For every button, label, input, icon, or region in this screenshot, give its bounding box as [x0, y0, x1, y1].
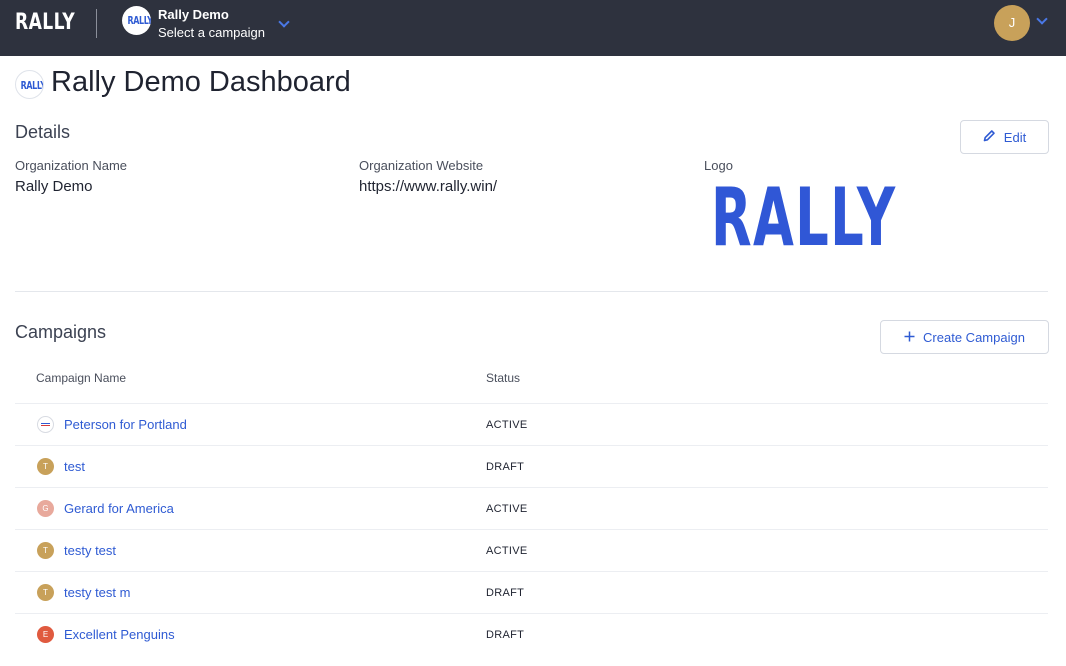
org-title-logo-icon: RALLY — [15, 70, 44, 99]
plus-icon — [904, 330, 915, 345]
org-logo-image: RALLY — [711, 171, 897, 264]
campaign-status: DRAFT — [486, 587, 525, 599]
edit-button-label: Edit — [1003, 129, 1027, 145]
org-title-logo-text: RALLY — [20, 79, 44, 92]
campaign-initial-icon: G — [37, 500, 54, 517]
campaign-initial-icon: T — [37, 584, 54, 601]
campaigns-section-title: Campaigns — [15, 322, 107, 342]
campaign-status: DRAFT — [486, 629, 525, 641]
column-header-status[interactable]: Status — [486, 371, 520, 385]
rally-brand-logo[interactable]: RALLY — [15, 10, 75, 35]
user-avatar[interactable]: J — [994, 5, 1030, 41]
chevron-down-icon — [278, 16, 290, 28]
campaign-name-link[interactable]: test — [64, 459, 85, 474]
org-name: Rally Demo — [158, 7, 229, 22]
column-header-campaign-name[interactable]: Campaign Name — [36, 371, 126, 385]
campaign-status: ACTIVE — [486, 503, 528, 515]
campaign-name-link[interactable]: Excellent Penguins — [64, 627, 175, 642]
campaign-name-link[interactable]: testy test — [64, 543, 116, 558]
org-website-value: https://www.rally.win/ — [359, 178, 498, 195]
edit-button[interactable]: Edit — [960, 120, 1049, 154]
page-title: Rally Demo Dashboard — [51, 66, 351, 98]
campaign-initial-icon: T — [37, 458, 54, 475]
campaign-status: DRAFT — [486, 461, 525, 473]
campaign-name-link[interactable]: Peterson for Portland — [64, 417, 187, 432]
details-section-title: Details — [15, 122, 71, 142]
table-row[interactable]: Ttest DRAFT — [15, 445, 1048, 487]
table-row[interactable]: Peterson for Portland ACTIVE — [15, 403, 1048, 445]
user-menu-chevron-down-icon[interactable] — [1036, 13, 1048, 25]
create-campaign-label: Create Campaign — [923, 329, 1025, 345]
table-row[interactable]: G Gerard for America ACTIVE — [15, 487, 1048, 529]
campaign-initial-icon: T — [37, 542, 54, 559]
campaign-logo-icon — [37, 416, 54, 433]
campaign-status: ACTIVE — [486, 545, 528, 557]
section-divider — [15, 291, 1048, 292]
table-row[interactable]: Ttesty test ACTIVE — [15, 529, 1048, 571]
campaign-name-link[interactable]: Gerard for America — [64, 501, 174, 516]
campaign-status: ACTIVE — [486, 419, 528, 431]
campaign-name-link[interactable]: testy test m — [64, 585, 130, 600]
pencil-icon — [983, 129, 996, 145]
org-name-value: Rally Demo — [15, 178, 93, 195]
campaign-initial-icon: E — [37, 626, 54, 643]
table-row[interactable]: E Excellent Penguins DRAFT — [15, 613, 1048, 655]
table-row[interactable]: Ttesty test m DRAFT — [15, 571, 1048, 613]
create-campaign-button[interactable]: Create Campaign — [880, 320, 1049, 354]
org-logo-text: RALLY — [127, 14, 152, 27]
org-logo-icon: RALLY — [122, 6, 151, 35]
campaign-select-prompt: Select a campaign — [158, 25, 265, 40]
header-divider — [96, 9, 97, 38]
org-website-label: Organization Website — [359, 158, 484, 173]
org-name-label: Organization Name — [15, 158, 127, 173]
top-navigation-bar: RALLY RALLY Rally Demo Select a campaign… — [0, 0, 1066, 56]
